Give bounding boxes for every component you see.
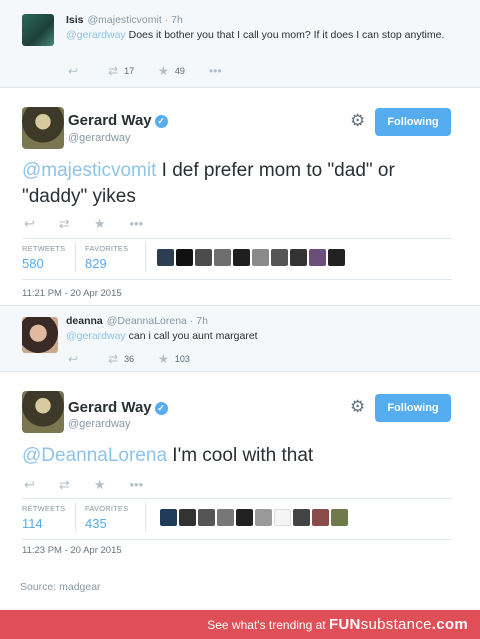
avatar[interactable] — [236, 509, 253, 526]
avatar[interactable] — [157, 249, 174, 266]
author-name[interactable]: deanna — [66, 315, 103, 327]
tweet-actions: ↩ ⇄ ★ ••• — [24, 477, 167, 493]
reply-icon[interactable]: ↩ — [68, 64, 78, 78]
favorite-count: 103 — [174, 354, 190, 364]
mention-link[interactable]: @DeannaLorena — [22, 445, 167, 466]
mention-link[interactable]: @gerardway — [66, 330, 126, 342]
tweet-text: @gerardway can i call you aunt margaret — [66, 330, 258, 342]
retweet-icon[interactable]: ⇄ — [59, 216, 70, 232]
timestamp[interactable]: 11:21 PM - 20 Apr 2015 — [22, 288, 122, 299]
gear-icon[interactable]: ⚙ — [350, 111, 365, 131]
favoriter-avatars — [157, 249, 347, 266]
timestamp[interactable]: 11:23 PM - 20 Apr 2015 — [22, 545, 122, 556]
favorites-stat[interactable]: FAVORITES 435 — [85, 504, 128, 531]
main-tweet-1: Gerard Way ✓ @gerardway ⚙ Following @maje… — [0, 89, 480, 304]
author-name[interactable]: Isis — [66, 14, 84, 26]
avatar[interactable] — [160, 509, 177, 526]
avatar[interactable] — [312, 509, 329, 526]
more-icon[interactable]: ••• — [129, 216, 143, 232]
retweet-icon[interactable]: ⇄ — [59, 477, 70, 493]
reply-tweet-deanna: deanna @DeannaLorena · 7h @gerardway can … — [0, 305, 480, 372]
divider — [22, 539, 452, 540]
retweet-count: 580 — [22, 256, 44, 271]
reply-icon[interactable]: ↩ — [24, 477, 35, 493]
tweet-text: @majesticvomit I def prefer mom to "dad"… — [22, 160, 395, 207]
source-credit: Source: madgear — [20, 581, 101, 593]
divider — [22, 498, 452, 499]
retweet-count: 36 — [124, 354, 135, 364]
avatar[interactable] — [328, 249, 345, 266]
retweet-icon[interactable]: ⇄ — [108, 64, 118, 78]
author-name[interactable]: Gerard Way — [68, 112, 152, 129]
footer-banner[interactable]: See what's trending at FUNsubstance.com — [0, 610, 480, 639]
favoriter-avatars — [160, 509, 350, 526]
avatar[interactable] — [195, 249, 212, 266]
avatar[interactable] — [22, 317, 58, 353]
avatar[interactable] — [233, 249, 250, 266]
avatar[interactable] — [331, 509, 348, 526]
tweet-actions: ↩ ⇄ 17 ★ 49 ••• — [68, 64, 252, 78]
avatar[interactable] — [274, 509, 291, 526]
author-handle[interactable]: @gerardway — [68, 418, 131, 430]
avatar[interactable] — [176, 249, 193, 266]
reply-icon[interactable]: ↩ — [24, 216, 35, 232]
avatar[interactable] — [255, 509, 272, 526]
retweet-icon[interactable]: ⇄ — [108, 352, 118, 366]
brand-logo[interactable]: FUNsubstance.com — [329, 616, 468, 633]
avatar[interactable] — [290, 249, 307, 266]
author-name[interactable]: Gerard Way — [68, 399, 152, 416]
star-icon[interactable]: ★ — [158, 64, 169, 78]
following-button[interactable]: Following — [375, 394, 451, 422]
star-icon[interactable]: ★ — [94, 477, 106, 493]
divider — [22, 279, 452, 280]
author-handle-time: @DeannaLorena · 7h — [106, 315, 208, 327]
avatar[interactable] — [198, 509, 215, 526]
author-handle[interactable]: @gerardway — [68, 132, 131, 144]
tweet-actions: ↩ ⇄ ★ ••• — [24, 216, 167, 232]
divider — [22, 238, 452, 239]
avatar[interactable] — [217, 509, 234, 526]
tweet-actions: ↩ ⇄ 36 ★ 103 — [68, 352, 214, 366]
avatar[interactable] — [214, 249, 231, 266]
retweet-count: 17 — [124, 66, 135, 76]
following-button[interactable]: Following — [375, 108, 451, 136]
favorite-count: 49 — [174, 66, 185, 76]
banner-text: See what's trending at — [207, 618, 329, 632]
mention-link[interactable]: @gerardway — [66, 29, 126, 41]
star-icon[interactable]: ★ — [94, 216, 106, 232]
avatar[interactable] — [179, 509, 196, 526]
gear-icon[interactable]: ⚙ — [350, 397, 365, 417]
more-icon[interactable]: ••• — [209, 64, 222, 78]
tweet-text: @gerardway Does it bother you that I cal… — [66, 29, 445, 41]
more-icon[interactable]: ••• — [129, 477, 143, 493]
verified-icon: ✓ — [154, 402, 168, 415]
favorite-count: 435 — [85, 516, 107, 531]
reply-tweet-isis: Isis @majesticvomit · 7h @gerardway Does … — [0, 0, 480, 88]
verified-icon: ✓ — [154, 115, 168, 128]
main-tweet-2: Gerard Way ✓ @gerardway ⚙ Following @Dean… — [0, 373, 480, 573]
avatar[interactable] — [22, 107, 64, 149]
avatar[interactable] — [271, 249, 288, 266]
retweets-stat[interactable]: RETWEETS 114 — [22, 504, 65, 531]
reply-icon[interactable]: ↩ — [68, 352, 78, 366]
author-handle-time: @majesticvomit · 7h — [87, 14, 183, 26]
avatar[interactable] — [309, 249, 326, 266]
retweet-count: 114 — [22, 516, 43, 531]
avatar[interactable] — [293, 509, 310, 526]
avatar[interactable] — [22, 14, 54, 46]
tweet-text: @DeannaLorena I'm cool with that — [22, 445, 314, 466]
mention-link[interactable]: @majesticvomit — [22, 160, 156, 181]
avatar[interactable] — [22, 391, 64, 433]
favorite-count: 829 — [85, 256, 107, 271]
retweets-stat[interactable]: RETWEETS 580 — [22, 244, 65, 271]
star-icon[interactable]: ★ — [158, 352, 169, 366]
favorites-stat[interactable]: FAVORITES 829 — [85, 244, 128, 271]
avatar[interactable] — [252, 249, 269, 266]
